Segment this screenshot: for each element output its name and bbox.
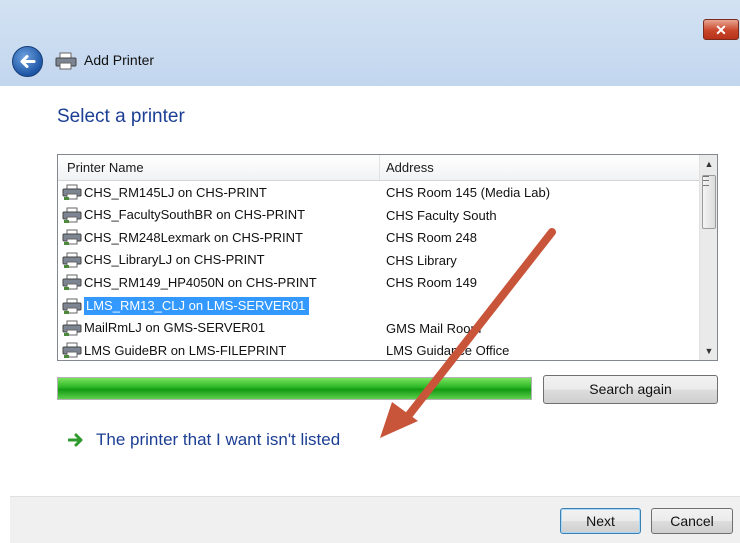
printer-row[interactable]: CHS_LibraryLJ on CHS-PRINT CHS Library — [58, 249, 699, 272]
printer-name: LMS GuideBR on LMS-FILEPRINT — [84, 342, 287, 358]
network-printer-icon — [62, 274, 82, 291]
printer-icon — [55, 52, 77, 70]
back-arrow-icon — [20, 55, 36, 68]
printer-address: CHS Room 248 — [386, 230, 478, 246]
printer-not-listed-link[interactable]: The printer that I want isn't listed — [68, 430, 340, 450]
network-printer-icon — [62, 342, 82, 359]
printer-row[interactable]: CHS_RM145LJ on CHS-PRINT CHS Room 145 (Me… — [58, 181, 699, 204]
network-printer-icon — [62, 320, 82, 336]
window-title: Add Printer — [84, 52, 155, 68]
not-listed-link-text[interactable]: The printer that I want isn't listed — [96, 430, 340, 450]
printer-list[interactable]: Printer Name Address CHS_RM145LJ on CHS-… — [57, 154, 718, 361]
column-separator — [379, 155, 380, 180]
printer-address: CHS Library — [386, 252, 457, 268]
printer-name: CHS_FacultySouthBR on CHS-PRINT — [84, 207, 306, 223]
printer-address: LMS Guidance Office — [386, 343, 510, 359]
green-arrow-icon — [68, 433, 83, 447]
printer-name-cell: CHS_FacultySouthBR on CHS-PRINT — [62, 207, 305, 223]
network-printer-icon — [62, 184, 82, 200]
printer-name: LMS_RM13_CLJ on LMS-SERVER01 — [84, 297, 310, 315]
network-printer-icon — [62, 298, 82, 314]
search-progress-bar — [57, 377, 532, 400]
page-heading: Select a printer — [57, 106, 185, 127]
search-again-button[interactable]: Search again — [543, 375, 718, 404]
printer-name-cell: CHS_RM149_HP4050N on CHS-PRINT — [62, 274, 317, 291]
printer-row[interactable]: MailRmLJ on GMS-SERVER01 GMS Mail Room — [58, 317, 699, 340]
vertical-scrollbar[interactable]: ▲ ▼ — [699, 155, 717, 360]
printer-row[interactable]: CHS_FacultySouthBR on CHS-PRINT CHS Facul… — [58, 204, 699, 227]
printer-name: CHS_RM145LJ on CHS-PRINT — [84, 184, 267, 200]
next-button[interactable]: Next — [560, 508, 641, 534]
printer-name: CHS_LibraryLJ on CHS-PRINT — [84, 252, 265, 268]
back-button[interactable] — [12, 46, 43, 77]
printer-row[interactable]: LMS GuideBR on LMS-FILEPRINT LMS Guidance… — [58, 339, 699, 360]
column-header-printer-name[interactable]: Printer Name — [67, 160, 144, 175]
printer-name-cell: CHS_RM248Lexmark on CHS-PRINT — [62, 229, 303, 246]
progress-fill — [58, 378, 531, 399]
printer-name-cell: LMS_RM13_CLJ on LMS-SERVER01 — [62, 297, 310, 315]
title-bar: ✕ Add Printer — [0, 0, 740, 86]
scrollbar-grip-icon — [703, 176, 709, 186]
network-printer-icon — [62, 252, 82, 268]
printer-name-cell: CHS_LibraryLJ on CHS-PRINT — [62, 252, 265, 268]
cancel-button[interactable]: Cancel — [651, 508, 733, 534]
printer-address: CHS Faculty South — [386, 207, 497, 223]
printer-name-cell: LMS GuideBR on LMS-FILEPRINT — [62, 342, 287, 359]
network-printer-icon — [62, 229, 82, 246]
printer-address: CHS Room 145 (Media Lab) — [386, 185, 551, 200]
scroll-up-icon[interactable]: ▲ — [700, 155, 717, 173]
printer-row[interactable]: LMS_RM13_CLJ on LMS-SERVER01 — [58, 294, 699, 317]
printer-name: CHS_RM149_HP4050N on CHS-PRINT — [84, 274, 317, 290]
printer-row[interactable]: CHS_RM248Lexmark on CHS-PRINT CHS Room 24… — [58, 226, 699, 249]
list-header: Printer Name Address — [58, 155, 699, 181]
scroll-down-icon[interactable]: ▼ — [700, 342, 717, 360]
column-header-address[interactable]: Address — [386, 160, 434, 175]
printer-name-cell: MailRmLJ on GMS-SERVER01 — [62, 320, 265, 336]
printer-name: CHS_RM248Lexmark on CHS-PRINT — [84, 229, 303, 245]
network-printer-icon — [62, 207, 82, 223]
printer-address: CHS Room 149 — [386, 275, 478, 291]
close-button[interactable]: ✕ — [703, 19, 739, 40]
printer-address: GMS Mail Room — [386, 320, 482, 336]
printer-name-cell: CHS_RM145LJ on CHS-PRINT — [62, 184, 267, 200]
printer-name: MailRmLJ on GMS-SERVER01 — [84, 320, 266, 336]
printer-row[interactable]: CHS_RM149_HP4050N on CHS-PRINT CHS Room 1… — [58, 271, 699, 294]
